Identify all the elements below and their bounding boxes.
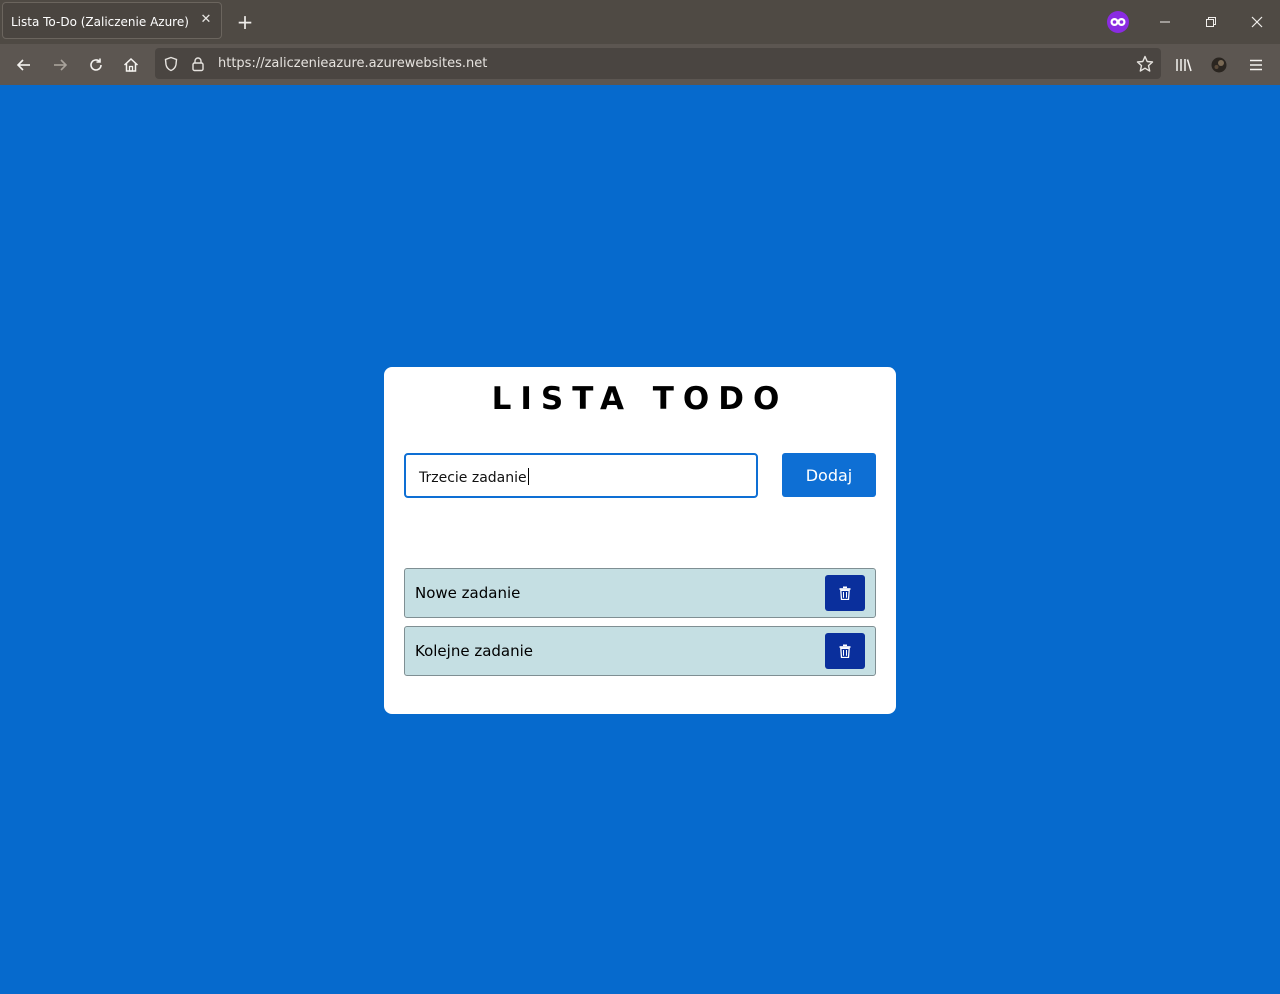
star-icon[interactable]: [1136, 55, 1154, 73]
new-task-input-text: Trzecie zadanie: [419, 470, 527, 486]
restore-icon: [1206, 17, 1216, 27]
page-title: LISTA TODO: [491, 381, 789, 417]
address-bar[interactable]: https://zaliczenieazure.azurewebsites.ne…: [155, 48, 1161, 79]
add-task-button[interactable]: Dodaj: [782, 453, 876, 497]
browser-titlebar: Lista To-Do (Zaliczenie Azure) ✕ +: [0, 0, 1280, 44]
account-button[interactable]: [1206, 52, 1232, 78]
task-list: Nowe zadanie Kolejne zadanie: [404, 568, 876, 684]
private-browsing-mask-icon: [1107, 11, 1129, 33]
lock-icon[interactable]: [189, 55, 207, 73]
library-button[interactable]: [1171, 52, 1197, 78]
new-task-input-value: Trzecie zadanie: [419, 468, 529, 486]
new-tab-button[interactable]: +: [234, 11, 256, 33]
browser-tab[interactable]: Lista To-Do (Zaliczenie Azure) ✕: [2, 2, 222, 39]
menu-button[interactable]: [1243, 52, 1269, 78]
back-button[interactable]: [11, 52, 37, 78]
task-item: Kolejne zadanie: [404, 626, 876, 676]
minimize-icon: [1160, 21, 1170, 23]
task-label: Nowe zadanie: [415, 584, 521, 602]
close-tab-icon[interactable]: ✕: [198, 12, 214, 28]
text-caret: [527, 468, 529, 485]
task-item: Nowe zadanie: [404, 568, 876, 618]
todo-card: LISTA TODO Trzecie zadanie Dodaj Nowe za…: [384, 367, 896, 714]
reload-icon: [90, 58, 102, 71]
home-button[interactable]: [118, 52, 144, 78]
library-icon: [1176, 59, 1192, 72]
task-label: Kolejne zadanie: [415, 642, 534, 660]
restore-button[interactable]: [1188, 0, 1234, 44]
tab-title: Lista To-Do (Zaliczenie Azure): [11, 15, 189, 29]
forward-button[interactable]: [47, 52, 73, 78]
shield-icon[interactable]: [162, 55, 180, 73]
delete-task-button[interactable]: [825, 575, 865, 611]
arrow-right-icon: [54, 59, 68, 71]
new-task-input[interactable]: Trzecie zadanie: [404, 453, 758, 498]
trash-icon: [839, 586, 851, 600]
home-icon: [123, 57, 139, 72]
hamburger-menu-icon: [1250, 59, 1262, 71]
account-icon: [1211, 57, 1227, 73]
arrow-left-icon: [16, 59, 30, 71]
minimize-button[interactable]: [1142, 0, 1188, 44]
delete-task-button[interactable]: [825, 633, 865, 669]
close-window-button[interactable]: [1234, 0, 1280, 44]
close-icon: [1251, 16, 1263, 28]
trash-icon: [839, 644, 851, 658]
browser-navbar: https://zaliczenieazure.azurewebsites.ne…: [0, 44, 1280, 85]
url-text[interactable]: https://zaliczenieazure.azurewebsites.ne…: [218, 56, 487, 71]
reload-button[interactable]: [83, 52, 109, 78]
